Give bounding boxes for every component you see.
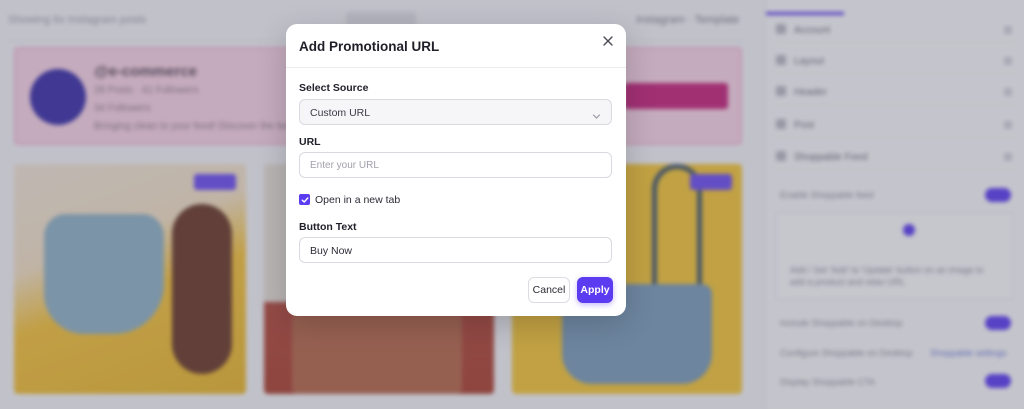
chevron-down-icon bbox=[592, 108, 601, 119]
select-source-dropdown[interactable]: Custom URL bbox=[299, 99, 612, 125]
cancel-button[interactable]: Cancel bbox=[528, 277, 570, 303]
open-new-tab-label[interactable]: Open in a new tab bbox=[315, 194, 400, 206]
url-label: URL bbox=[299, 136, 321, 148]
close-icon[interactable] bbox=[599, 32, 617, 50]
button-text-label: Button Text bbox=[299, 221, 357, 233]
dialog-title: Add Promotional URL bbox=[299, 39, 440, 54]
button-text-field[interactable]: Buy Now bbox=[299, 237, 612, 263]
open-new-tab-checkbox[interactable] bbox=[299, 194, 310, 205]
button-text-value[interactable]: Buy Now bbox=[310, 245, 352, 257]
add-promotional-url-dialog: Add Promotional URL Select Source Custom… bbox=[286, 24, 626, 316]
url-input[interactable] bbox=[300, 153, 611, 177]
apply-button[interactable]: Apply bbox=[577, 277, 613, 303]
select-source-label: Select Source bbox=[299, 82, 369, 94]
checkmark-icon bbox=[301, 196, 308, 203]
url-field[interactable] bbox=[299, 152, 612, 178]
select-source-value: Custom URL bbox=[310, 107, 371, 119]
dialog-header: Add Promotional URL bbox=[286, 24, 626, 68]
